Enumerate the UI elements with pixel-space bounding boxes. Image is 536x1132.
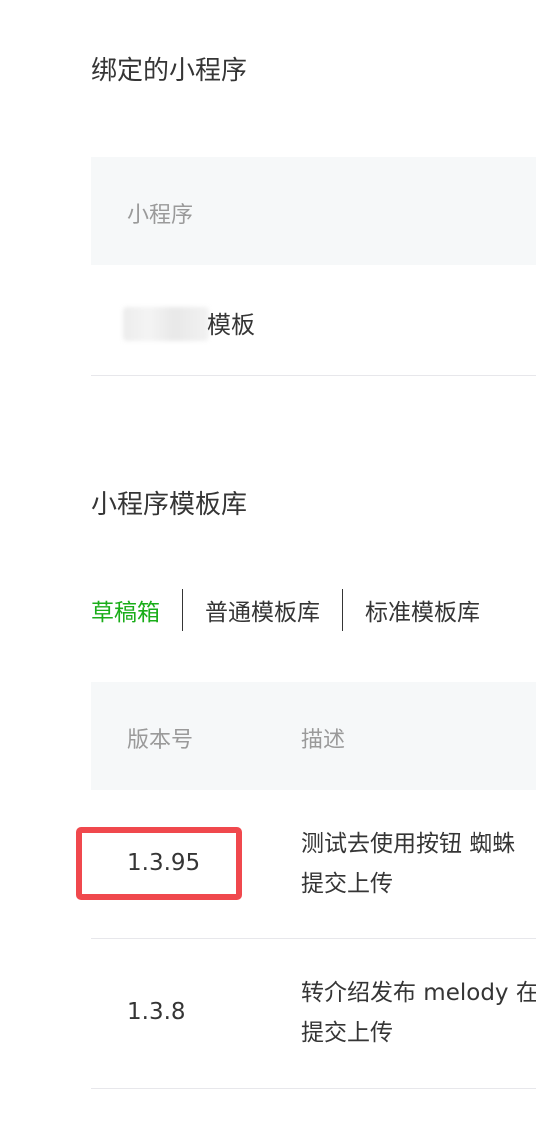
bound-miniprogram-title: 绑定的小程序 [91,56,248,86]
template-library-title: 小程序模板库 [91,490,248,520]
description-line: 提交上传 [301,1020,393,1046]
bound-miniprogram-row[interactable]: 模板 [91,265,536,375]
version-number: 1.3.8 [127,999,186,1025]
version-column-header: 版本号 [127,728,194,753]
page: 绑定的小程序 小程序 模板 小程序模板库 草稿箱 普通模板库 标准模板库 版本号… [0,0,536,1132]
miniprogram-column-header: 小程序 [127,203,194,228]
description-text: 测试去使用按钮 蜘蛛 提交上传 [301,824,515,904]
template-library-tabs: 草稿箱 普通模板库 标准模板库 [91,588,502,632]
tab-normal-templates[interactable]: 普通模板库 [183,593,342,627]
tab-drafts[interactable]: 草稿箱 [91,593,182,627]
description-text: 转介绍发布 melody 在 提交上传 [301,973,536,1053]
tab-standard-templates[interactable]: 标准模板库 [343,593,502,627]
description-column-header: 描述 [301,728,346,753]
row-divider [91,375,536,376]
highlight-box [76,827,242,900]
row-divider [91,1088,536,1089]
description-line: 转介绍发布 melody 在 [301,980,536,1006]
bound-table-header: 小程序 [91,157,536,265]
description-line: 测试去使用按钮 蜘蛛 [301,831,516,857]
redacted-name-mask [123,307,209,341]
bound-miniprogram-name: 模板 [207,311,255,339]
table-row[interactable]: 1.3.8 转介绍发布 melody 在 提交上传 [91,939,536,1088]
draft-table-header: 版本号 描述 [91,682,536,790]
description-line: 提交上传 [301,871,393,897]
